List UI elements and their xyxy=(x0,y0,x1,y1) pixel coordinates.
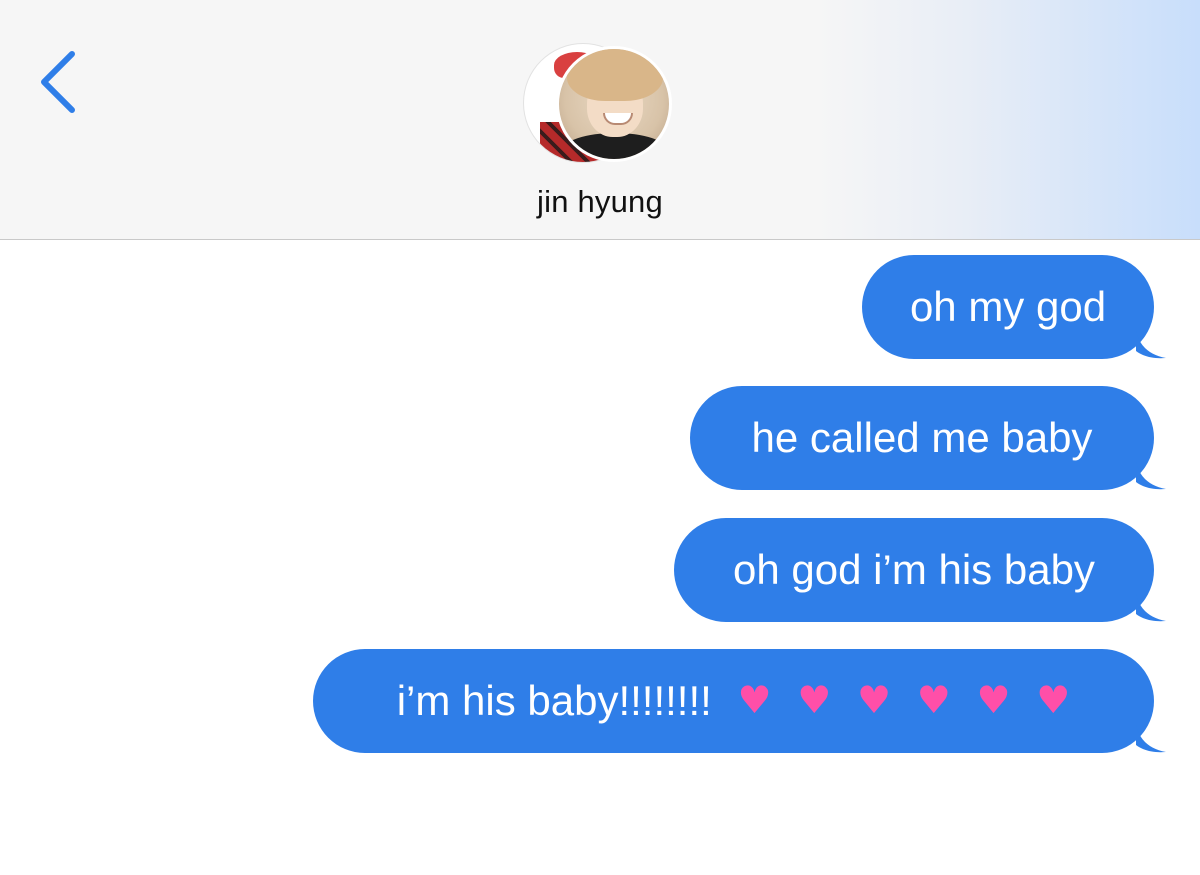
chevron-left-icon xyxy=(41,51,75,113)
contact-avatar[interactable] xyxy=(524,44,676,164)
message-bubble-sent[interactable]: oh god i’m his baby xyxy=(674,518,1166,622)
messages-screen: jin hyung oh my god he called me baby oh… xyxy=(0,0,1200,875)
message-list: oh my god he called me baby oh god i’m h… xyxy=(0,240,1200,875)
bubble-tail xyxy=(1136,594,1166,622)
message-text: he called me baby xyxy=(751,414,1093,461)
message-text: oh my god xyxy=(909,283,1107,330)
message-bubble-sent[interactable]: oh my god xyxy=(862,255,1166,359)
revolving-hearts-icon: ♥ xyxy=(976,677,1011,722)
bubble-tail xyxy=(1136,331,1166,359)
message-text: oh god i’m his baby xyxy=(733,546,1095,593)
contact-name[interactable]: jin hyung xyxy=(0,184,1200,220)
sparkling-heart-icon: ♥ xyxy=(797,677,832,722)
sparkling-heart-icon: ♥ xyxy=(1036,677,1071,722)
bubble-tail xyxy=(1136,725,1166,753)
bubble-tail xyxy=(1136,462,1166,490)
message-text: i’m his baby!!!!!!!! xyxy=(396,677,712,724)
message-bubble-sent[interactable]: i’m his baby!!!!!!!! ♥ ♥ ♥ ♥ ♥ ♥ xyxy=(313,649,1166,753)
growing-heart-icon: ♥ xyxy=(916,677,951,722)
back-button[interactable] xyxy=(28,44,88,120)
message-bubble-sent[interactable]: he called me baby xyxy=(690,386,1166,490)
two-hearts-icon: ♥ xyxy=(856,677,892,722)
avatar-primary-photo xyxy=(556,46,672,162)
two-hearts-icon: ♥ xyxy=(737,677,772,722)
conversation-header: jin hyung xyxy=(0,0,1200,240)
